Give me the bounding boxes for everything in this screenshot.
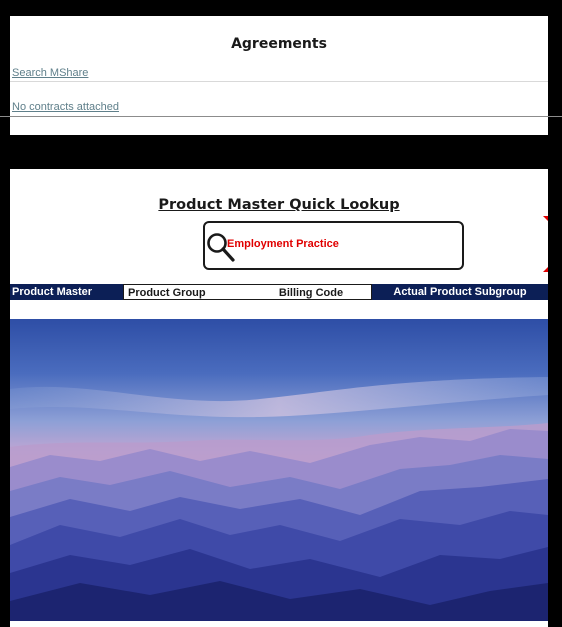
no-contracts-link[interactable]: No contracts attached <box>12 101 119 113</box>
comment-indicator-icon <box>543 216 548 221</box>
mountain-landscape-image <box>10 319 548 621</box>
comment-indicator-icon <box>543 267 548 272</box>
lookup-title-text: Product Master Quick Lookup <box>158 197 400 213</box>
product-search-box[interactable]: Employment Practice <box>203 221 464 270</box>
search-value[interactable]: Employment Practice <box>227 238 339 250</box>
column-header[interactable]: Actual Product Subgroup <box>372 284 548 300</box>
divider <box>10 81 548 82</box>
divider-line <box>0 116 562 117</box>
column-header[interactable]: Billing Code <box>251 284 372 300</box>
product-lookup-panel: Product Master Quick Lookup Employment P… <box>10 169 548 627</box>
column-header[interactable]: Product Master <box>10 284 123 300</box>
column-header[interactable]: Product Group <box>123 284 251 300</box>
agreements-title: Agreements <box>231 36 327 52</box>
search-mshare-link[interactable]: Search MShare <box>12 67 88 79</box>
lookup-title: Product Master Quick Lookup <box>10 197 548 213</box>
column-header-row: Product Master Product Group Billing Cod… <box>10 284 548 300</box>
agreements-panel: Agreements Search MShare No contracts at… <box>10 16 548 135</box>
